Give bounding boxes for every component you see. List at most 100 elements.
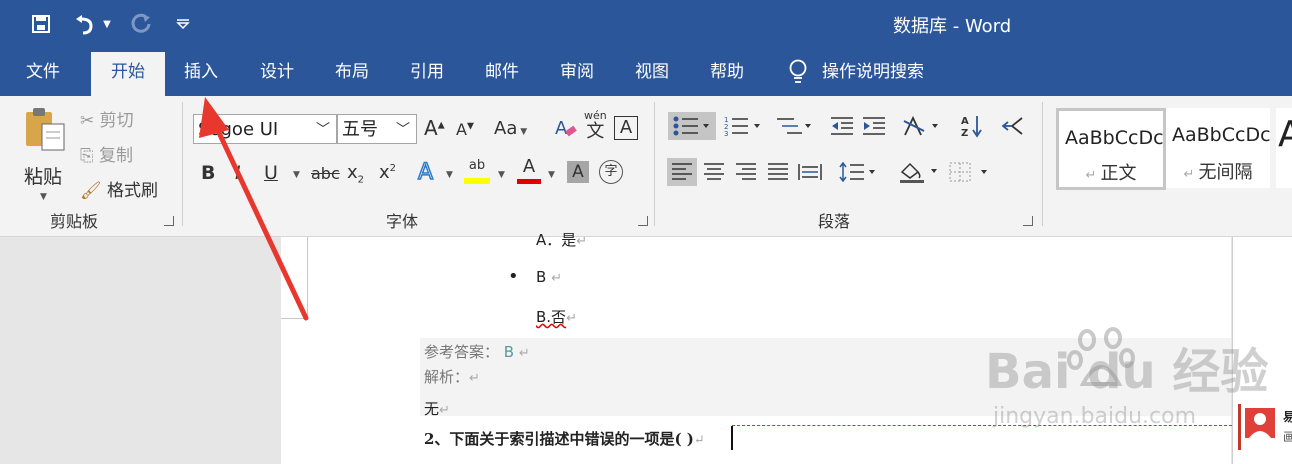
cut-label: 剪切	[99, 111, 134, 131]
underline-dropdown-icon[interactable]: ▼	[293, 170, 300, 180]
option-b-text[interactable]: B ↵	[536, 268, 562, 286]
style-heading[interactable]: A	[1276, 108, 1292, 188]
answer-line[interactable]: 参考答案： B ↵	[424, 341, 530, 362]
tab-layout[interactable]: 布局	[319, 48, 385, 96]
align-right-icon[interactable]	[731, 158, 761, 186]
enclose-characters-button[interactable]: 字	[599, 160, 623, 184]
align-left-icon[interactable]	[667, 158, 697, 186]
tab-references[interactable]: 引用	[394, 48, 460, 96]
save-icon[interactable]	[28, 10, 54, 38]
redo-icon[interactable]	[128, 10, 154, 38]
change-case-button[interactable]: Aa ▼	[494, 118, 527, 139]
line-spacing-button[interactable]	[836, 158, 880, 186]
paragraph-group-label: 段落	[818, 212, 851, 231]
option-a-text[interactable]: A．是↵	[536, 229, 587, 249]
undo-icon[interactable]	[70, 10, 96, 38]
copy-icon: ⎘	[80, 146, 94, 166]
clipboard-launcher-icon[interactable]	[164, 216, 174, 226]
subscript-button[interactable]: x2	[347, 162, 364, 186]
option-b-no-text[interactable]: B.否↵	[536, 306, 577, 327]
sort-icon[interactable]: AZ	[957, 112, 987, 140]
explanation-text[interactable]: 无↵	[424, 398, 450, 419]
format-painter-button[interactable]: 🖌 格式刷	[80, 176, 158, 201]
tab-file[interactable]: 文件	[10, 48, 76, 96]
paragraph-launcher-icon[interactable]	[1023, 216, 1033, 226]
shrink-font-button[interactable]: A▼	[456, 120, 474, 139]
highlight-button[interactable]: ab	[464, 158, 490, 184]
tab-help[interactable]: 帮助	[694, 48, 760, 96]
decrease-indent-icon[interactable]	[827, 112, 857, 140]
cut-button[interactable]: ✂ 剪切	[80, 106, 134, 131]
svg-text:A: A	[555, 118, 568, 139]
shading-button[interactable]	[896, 158, 942, 186]
strikethrough-button[interactable]: abc	[311, 164, 340, 183]
copy-button[interactable]: ⎘ 复制	[80, 141, 133, 166]
font-name-value: Segoe UI	[198, 119, 279, 140]
svg-text:Z: Z	[961, 128, 968, 138]
line-spacing-icon	[839, 161, 875, 183]
page-margin-mark	[307, 237, 308, 319]
superscript-button[interactable]: x2	[379, 162, 396, 183]
copy-label: 复制	[99, 146, 134, 166]
character-border-button[interactable]: A	[614, 116, 638, 140]
comment-card[interactable]: 易 画	[1238, 404, 1292, 450]
text-cursor	[731, 426, 733, 450]
style-sample: AaBbCcDc	[1172, 124, 1271, 146]
divider	[654, 102, 655, 226]
asian-layout-button[interactable]	[900, 112, 944, 140]
paste-dropdown-icon[interactable]: ▼	[40, 192, 47, 202]
font-size-value: 五号	[342, 119, 378, 140]
svg-text:A: A	[961, 116, 969, 127]
tab-home[interactable]: 开始	[91, 52, 165, 96]
page-margin-mark	[281, 318, 308, 319]
font-launcher-icon[interactable]	[638, 216, 648, 226]
format-painter-label: 格式刷	[107, 181, 158, 201]
text-effects-dropdown-icon[interactable]: ▼	[446, 170, 453, 180]
font-color-dropdown-icon[interactable]: ▼	[548, 170, 555, 180]
paint-bucket-icon	[900, 162, 937, 183]
tell-me-search[interactable]: 操作说明搜索	[822, 48, 940, 96]
question-2-text[interactable]: 2、下面关于索引描述中错误的一项是( )↵	[424, 428, 705, 449]
watermark-url: jingyan.baidu.com	[993, 404, 1197, 429]
paste-button[interactable]: 粘贴 ▼	[18, 106, 70, 202]
phonetic-guide-button[interactable]: wén 文	[584, 110, 607, 142]
customize-icon[interactable]	[172, 10, 194, 38]
paintbrush-icon: 🖌	[80, 181, 102, 201]
borders-button[interactable]	[946, 158, 992, 186]
asian-layout-icon	[903, 115, 938, 136]
tab-view[interactable]: 视图	[619, 48, 685, 96]
font-name-combo[interactable]: Segoe UI ﹀	[193, 114, 337, 144]
clipboard-icon	[26, 108, 65, 151]
comment-text: 画	[1283, 430, 1292, 444]
font-size-combo[interactable]: 五号 ﹀	[337, 114, 417, 144]
clear-formatting-icon[interactable]: A	[554, 116, 578, 145]
font-color-button[interactable]: A	[517, 158, 541, 184]
grow-font-button[interactable]: A▲	[424, 116, 445, 140]
tab-insert[interactable]: 插入	[168, 48, 234, 96]
bullets-button[interactable]	[668, 112, 716, 140]
show-formatting-marks-icon[interactable]	[998, 112, 1028, 140]
undo-dropdown-icon[interactable]: ▼	[100, 10, 114, 38]
italic-button[interactable]: I	[235, 162, 241, 184]
increase-indent-icon[interactable]	[859, 112, 889, 140]
tab-review[interactable]: 审阅	[544, 48, 610, 96]
analysis-line[interactable]: 解析：↵	[424, 366, 480, 387]
tab-mailings[interactable]: 邮件	[469, 48, 535, 96]
character-shading-button[interactable]: A	[567, 161, 589, 183]
multilevel-list-button[interactable]	[772, 112, 816, 140]
text-effects-button[interactable]: A	[417, 159, 434, 186]
distributed-icon[interactable]	[795, 158, 825, 186]
align-center-icon[interactable]	[699, 158, 729, 186]
style-normal[interactable]: AaBbCcDc ↵ 正文	[1056, 108, 1166, 190]
numbering-button[interactable]: 123	[722, 112, 766, 140]
bold-button[interactable]: B	[201, 162, 215, 184]
tab-design[interactable]: 设计	[244, 48, 310, 96]
avatar	[1245, 408, 1275, 438]
highlight-dropdown-icon[interactable]: ▼	[498, 170, 505, 180]
style-no-spacing[interactable]: AaBbCcDc ↵ 无间隔	[1166, 108, 1271, 188]
underline-button[interactable]: U	[264, 162, 278, 184]
divider	[1042, 102, 1043, 226]
justify-icon[interactable]	[763, 158, 793, 186]
ribbon-home: 粘贴 ▼ ✂ 剪切 ⎘ 复制 🖌 格式刷 剪贴板 Segoe UI ﹀ 五号 ﹀ A…	[0, 96, 1292, 237]
list-bullet: •	[508, 266, 519, 287]
